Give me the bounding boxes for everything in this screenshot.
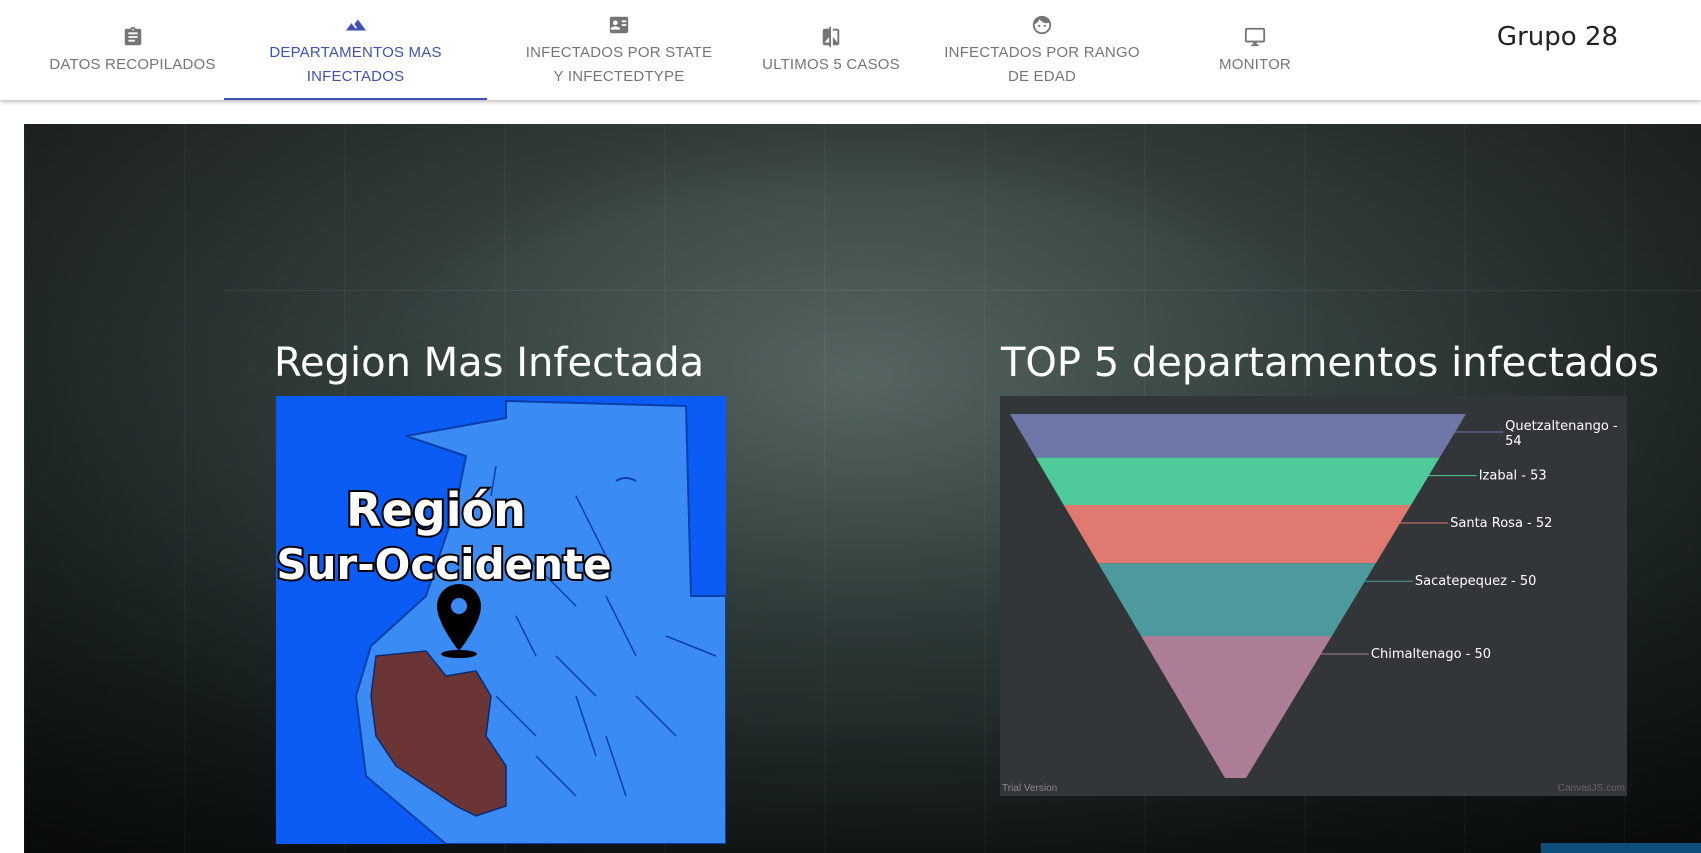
tab-label: INFECTADOS POR RANGO DE EDAD [944, 44, 1140, 85]
compare-icon [817, 23, 845, 51]
id-card-icon [605, 11, 633, 39]
app-bar: DATOS RECOPILADOS DEPARTAMENTOS MAS INFE… [0, 0, 1701, 100]
tab-ultimos-5-casos[interactable]: ULTIMOS 5 CASOS [756, 0, 906, 100]
funnel-segment-quetzaltenango[interactable] [1010, 414, 1466, 458]
region-map-image: Región Sur-Occidente [276, 396, 726, 844]
monitor-icon [1241, 23, 1269, 51]
funnel-label: Izabal - 53 [1479, 469, 1547, 484]
tab-infectados-state-type[interactable]: INFECTADOS POR STATE Y INFECTEDTYPE [502, 0, 736, 100]
tab-departamentos-mas-infectados[interactable]: DEPARTAMENTOS MAS INFECTADOS [224, 0, 487, 100]
funnel-segment-santa-rosa[interactable] [1063, 505, 1411, 564]
trial-text: Trial Version [1002, 783, 1058, 794]
brand-title: Grupo 28 [1496, 22, 1618, 52]
terrain-icon [342, 11, 370, 39]
tab-label: INFECTADOS POR STATE Y INFECTEDTYPE [525, 44, 713, 85]
funnel-label: Sacatepequez - 50 [1415, 574, 1537, 589]
funnel-label: Quetzaltenango -54 [1505, 419, 1618, 449]
region-title: Region Mas Infectada [274, 340, 705, 386]
map-text-line2: Sur-Occidente [276, 540, 611, 589]
funnel-label: Santa Rosa - 52 [1450, 516, 1552, 531]
tab-label: DATOS RECOPILADOS [49, 56, 216, 73]
tab-label: DEPARTAMENTOS MAS INFECTADOS [269, 44, 442, 85]
tab-infectados-rango-edad[interactable]: INFECTADOS POR RANGO DE EDAD [926, 0, 1158, 100]
divider [224, 290, 1701, 291]
funnel-segment-sacatepequez[interactable] [1098, 563, 1376, 637]
funnel-svg: Quetzaltenango -54 Izabal - 53 Santa Rosa … [1010, 414, 1618, 778]
tab-datos-recopilados[interactable]: DATOS RECOPILADOS [40, 0, 225, 100]
tab-monitor[interactable]: MONITOR [1190, 0, 1320, 100]
tab-label: MONITOR [1219, 56, 1291, 73]
top5-title: TOP 5 departamentos infectados [1001, 340, 1660, 386]
funnel-label: Chimaltenago - 50 [1371, 647, 1491, 662]
funnel-segment-chimaltenago[interactable] [1141, 636, 1332, 778]
clipboard-icon [119, 23, 147, 51]
credit-text: CanvasJS.com [1557, 783, 1625, 794]
tab-label: ULTIMOS 5 CASOS [762, 56, 900, 73]
map-text-line1: Región [346, 483, 526, 537]
corner-element [1541, 843, 1701, 853]
face-icon [1028, 11, 1056, 39]
funnel-chart: Quetzaltenango -54 Izabal - 53 Santa Rosa … [1000, 396, 1627, 796]
funnel-segment-izabal[interactable] [1035, 457, 1440, 505]
